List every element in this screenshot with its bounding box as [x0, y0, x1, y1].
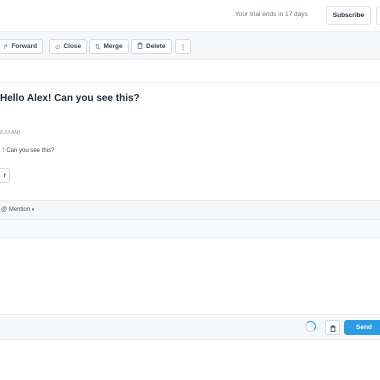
merge-icon: ⇅ [95, 43, 101, 51]
send-button[interactable]: Send [344, 320, 380, 335]
top-bar: Your trial ends in 17 days Subscribe [0, 0, 380, 31]
trash-icon [137, 42, 143, 51]
forward-label: Forward [11, 43, 38, 50]
chevron-down-icon: ▾ [31, 207, 35, 213]
forward-button[interactable]: ↱ Forward [0, 39, 44, 54]
message-timestamp: 6:33 AM) [0, 130, 21, 136]
mention-label: @ Mention [1, 207, 31, 213]
conversation-subject: Hello Alex! Can you see this? [0, 93, 140, 104]
close-button[interactable]: ⊙ Close [49, 39, 88, 54]
editor-header [0, 220, 380, 238]
forward-icon: ↱ [3, 43, 9, 51]
more-vertical-icon: ⋮ [179, 43, 187, 51]
compose-area[interactable] [0, 238, 380, 314]
trial-status-text: Your trial ends in 17 days [235, 11, 308, 18]
delete-label: Delete [146, 43, 166, 50]
conversation-toolbar: ↱ Forward ⊙ Close ⇅ Merge Delete ⋮ [0, 31, 380, 60]
message-body: ! Can you see this? [3, 148, 55, 154]
editor-toolbar: @ Mention ▾ [0, 200, 380, 220]
more-actions-button[interactable]: ⋮ [175, 39, 191, 54]
delete-button[interactable]: Delete [131, 39, 172, 54]
close-circle-icon: ⊙ [55, 43, 61, 51]
editor-footer: Send [0, 314, 380, 340]
conversation-info-strip [0, 60, 380, 83]
account-menu-button[interactable] [376, 6, 380, 25]
merge-button[interactable]: ⇅ Merge [89, 39, 129, 54]
mention-dropdown[interactable]: @ Mention ▾ [1, 207, 34, 213]
close-label: Close [63, 43, 82, 50]
reply-button[interactable]: r [0, 168, 10, 183]
loading-spinner-icon [305, 321, 316, 332]
trash-icon [330, 319, 336, 337]
discard-draft-button[interactable] [325, 320, 340, 335]
merge-label: Merge [103, 43, 123, 50]
subscribe-button[interactable]: Subscribe [326, 6, 371, 25]
